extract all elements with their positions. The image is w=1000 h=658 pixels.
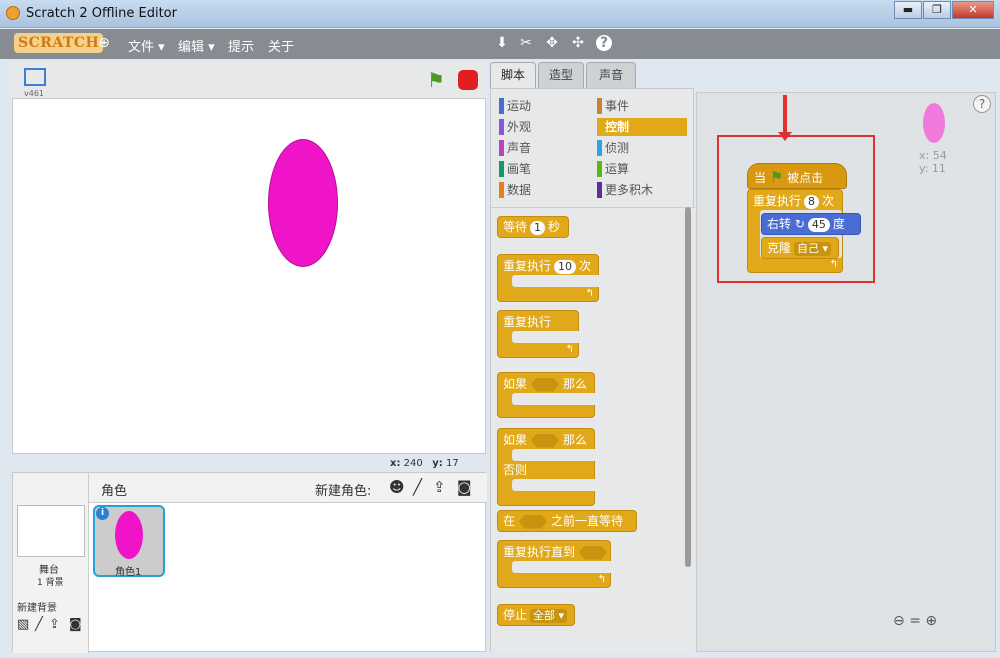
block-forever[interactable]: 重复执行 ↰ — [497, 310, 582, 358]
window-controls: ▬ ❐ ✕ — [893, 1, 994, 19]
scripts-area[interactable]: ? x: 54 y: 11 当 ⚑ 被点击 重复执行 8 次 ↰ 右转 ↻ 45 度 克… — [696, 92, 996, 652]
version-label: v461 — [24, 89, 45, 98]
menu-file[interactable]: 文件 ▾ — [128, 36, 165, 55]
block-repeat[interactable]: 重复执行 10 次 ↰ — [497, 254, 602, 302]
block-if-then[interactable]: 如果 那么 — [497, 372, 598, 418]
minimize-button[interactable]: ▬ — [894, 1, 922, 19]
new-backdrop-label: 新建背景 — [17, 603, 57, 614]
turn-right-block[interactable]: 右转 ↻ 45 度 — [761, 213, 861, 235]
category-sensing[interactable]: 侦测 — [597, 139, 687, 157]
category-operators[interactable]: 运算 — [597, 160, 687, 178]
category-more-blocks[interactable]: 更多积木 — [597, 181, 687, 199]
menu-tips[interactable]: 提示 — [228, 36, 254, 55]
editor-tabs: 脚本 造型 声音 — [490, 62, 650, 88]
sprite-paint-icon[interactable]: ╱ — [413, 478, 422, 496]
green-flag-icon-script: ⚑ — [769, 168, 784, 186]
stage-coords: x: 240 y: 17 — [10, 456, 486, 472]
title-bar: Scratch 2 Offline Editor ▬ ❐ ✕ — [0, 0, 1000, 28]
stage-bg-count: 1 背景 — [37, 578, 64, 588]
sprite-ellipse[interactable] — [268, 139, 338, 267]
sprite-library-icon[interactable]: ☻ — [389, 478, 405, 496]
tab-sounds[interactable]: 声音 — [586, 62, 636, 88]
sprite-pane: 舞台 1 背景 新建背景 ▧ ╱ ⇪ ◙ 角色 新建角色: ☻ ╱ ⇪ ◙ i … — [12, 472, 487, 653]
coord-x-value: 240 — [403, 458, 423, 469]
shrink-icon[interactable]: ✣ — [570, 35, 586, 51]
tab-costumes[interactable]: 造型 — [538, 62, 584, 88]
menu-edit[interactable]: 编辑 ▾ — [178, 36, 215, 55]
close-button[interactable]: ✕ — [952, 1, 994, 19]
backdrop-camera-icon[interactable]: ◙ — [69, 617, 82, 632]
tab-scripts[interactable]: 脚本 — [490, 62, 536, 88]
sprite-card[interactable]: i 角色1 — [93, 505, 165, 578]
backdrop-upload-icon[interactable]: ⇪ — [49, 617, 60, 632]
backdrop-library-icon[interactable]: ▧ — [17, 617, 29, 632]
window-title: Scratch 2 Offline Editor — [26, 6, 177, 21]
stage-column: 舞台 1 背景 新建背景 ▧ ╱ ⇪ ◙ — [13, 473, 89, 653]
category-data[interactable]: 数据 — [499, 181, 589, 199]
help-icon-scripts[interactable]: ? — [973, 95, 991, 113]
block-repeat-until[interactable]: 重复执行直到 ↰ — [497, 540, 614, 588]
stage-toolbar: v461 ⚑ — [10, 62, 486, 98]
current-sprite-thumb — [923, 103, 945, 143]
zoom-out-icon[interactable]: ⊖ — [893, 613, 905, 629]
maximize-button[interactable]: ❐ — [923, 1, 951, 19]
zoom-controls: ⊖ = ⊕ — [893, 613, 937, 629]
zoom-in-icon[interactable]: ⊕ — [925, 613, 937, 629]
menu-bar: SCRATCH ⊕ 文件 ▾ 编辑 ▾ 提示 关于 ⬇ ✂ ✥ ✣ ? — [0, 29, 1000, 59]
category-pen[interactable]: 画笔 — [499, 160, 589, 178]
new-sprite-label: 新建角色: — [315, 484, 372, 499]
stage-area: v461 ⚑ x: 240 y: 17 — [10, 62, 486, 472]
fullscreen-icon[interactable] — [24, 68, 46, 86]
scratch-logo[interactable]: SCRATCH — [14, 33, 104, 53]
sprite-xy: x: 54 y: 11 — [919, 149, 947, 175]
stage-canvas[interactable] — [12, 98, 486, 454]
block-if-else[interactable]: 如果 那么 否则 — [497, 428, 598, 506]
sprite-header-label: 角色 — [101, 484, 128, 499]
category-looks[interactable]: 外观 — [499, 118, 589, 136]
globe-icon[interactable]: ⊕ — [96, 35, 112, 51]
delete-icon[interactable]: ✂ — [518, 35, 534, 51]
category-events[interactable]: 事件 — [597, 97, 687, 115]
green-flag-icon[interactable]: ⚑ — [427, 68, 445, 92]
sprite-header: 角色 新建角色: ☻ ╱ ⇪ ◙ — [89, 473, 487, 503]
block-palette: 运动 事件 外观 控制 声音 侦测 画笔 运算 数据 更多积木 等待 1 秒 重复执… — [490, 88, 695, 653]
sprite-thumb — [115, 511, 143, 559]
stop-icon[interactable] — [458, 70, 478, 90]
block-wait-until[interactable]: 在之前一直等待 — [497, 510, 637, 532]
stage-thumbnail[interactable] — [17, 505, 85, 557]
clone-block[interactable]: 克隆 自己 ▾ — [761, 237, 839, 259]
annotation-arrow — [778, 95, 792, 141]
when-flag-clicked-block[interactable]: 当 ⚑ 被点击 — [747, 163, 847, 189]
palette-scrollbar[interactable] — [685, 207, 691, 567]
block-wait[interactable]: 等待 1 秒 — [497, 216, 569, 238]
category-motion[interactable]: 运动 — [499, 97, 589, 115]
help-icon[interactable]: ? — [596, 35, 612, 51]
stage-label: 舞台 — [39, 565, 59, 576]
zoom-reset-icon[interactable]: = — [909, 613, 921, 629]
coord-x-label: x: — [390, 458, 401, 469]
app-window: Scratch 2 Offline Editor ▬ ❐ ✕ SCRATCH ⊕… — [0, 0, 1000, 658]
app-icon — [6, 6, 20, 20]
duplicate-icon[interactable]: ⬇ — [494, 35, 510, 51]
backdrop-paint-icon[interactable]: ╱ — [35, 617, 43, 632]
info-icon[interactable]: i — [96, 507, 109, 520]
coord-y-label: y: — [432, 458, 443, 469]
category-sound[interactable]: 声音 — [499, 139, 589, 157]
sprite-name: 角色1 — [115, 567, 142, 578]
coord-y-value: 17 — [446, 458, 459, 469]
grow-icon[interactable]: ✥ — [544, 35, 560, 51]
sprite-camera-icon[interactable]: ◙ — [457, 478, 472, 496]
menu-about[interactable]: 关于 — [268, 36, 294, 55]
block-stop[interactable]: 停止 全部 ▾ — [497, 604, 575, 626]
sprite-upload-icon[interactable]: ⇪ — [433, 478, 446, 496]
blocks-list: 等待1秒 重复执行10次 ↰ 重复执行 ↰ 如果那么 如果那么 否则 — [491, 207, 695, 653]
category-control[interactable]: 控制 — [597, 118, 687, 136]
